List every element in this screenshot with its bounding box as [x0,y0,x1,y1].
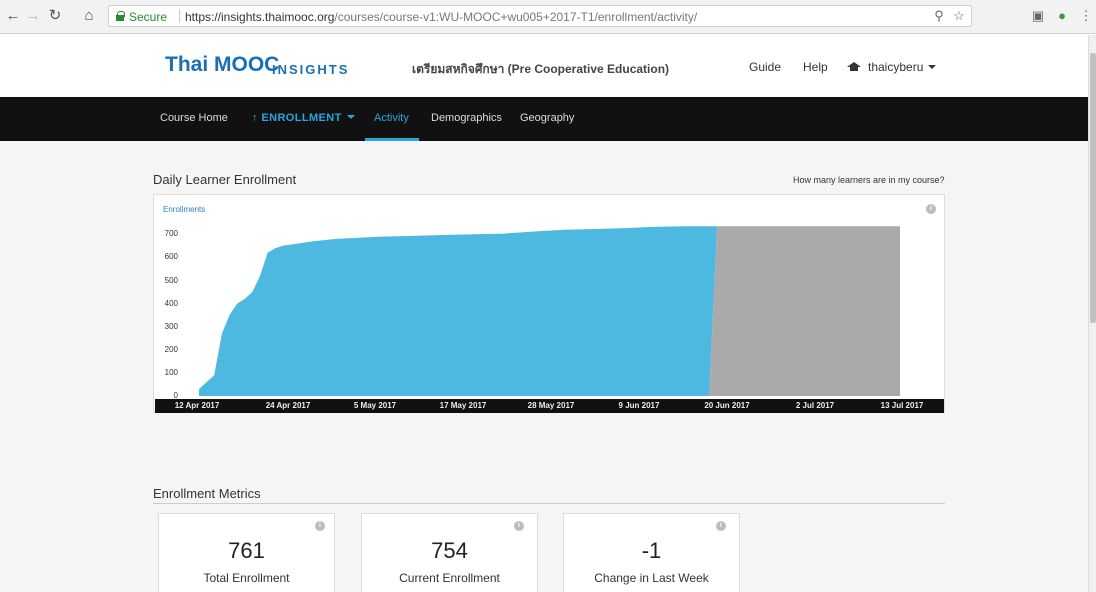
page-viewport: Thai MOOC INSIGHTS เตรียมสหกิจศึกษา (Pre… [0,35,1088,592]
chevron-down-icon [346,115,355,119]
y-tick-label: 500 [164,275,178,285]
nav-geography[interactable]: Geography [520,112,574,124]
star-icon[interactable]: ☆ [951,8,967,24]
zoom-icon[interactable]: ⚲ [931,8,947,24]
chart-title: Daily Learner Enrollment [153,172,297,187]
nav-course-home[interactable]: Course Home [160,112,228,124]
metric-label: Current Enrollment [399,571,500,585]
y-tick-label: 100 [164,367,178,377]
y-tick-label: 300 [164,321,178,331]
metric-value: 761 [228,538,265,563]
nav-enrollment-label: ENROLLMENT [261,112,342,124]
y-tick-label: 600 [164,252,178,262]
info-icon[interactable]: i [315,521,325,531]
x-tick-label: 5 May 2017 [353,401,397,410]
home-icon[interactable]: ⌂ [80,7,98,25]
enrollment-area [199,226,718,396]
username: thaicyberu [868,60,924,74]
url-text[interactable]: https://insights.thaimooc.org/courses/co… [185,10,697,24]
lock-icon [116,11,125,21]
x-tick-label: 28 May 2017 [527,401,575,410]
x-axis: 12 Apr 2017 24 Apr 2017 5 May 2017 17 May 2… [155,399,944,413]
x-tick-label: 17 May 2017 [439,401,487,410]
chart-plot [199,226,900,396]
x-tick-label: 2 Jul 2017 [795,401,835,410]
metric-label: Change in Last Week [594,571,709,585]
user-menu[interactable]: thaicyberu [847,60,937,74]
y-tick-label: 200 [164,344,178,354]
x-tick-label: 12 Apr 2017 [174,401,220,410]
metric-value: 754 [431,538,468,563]
nav-activity[interactable]: Activity [374,112,409,124]
metric-tile-change: i -1 Change in Last Week [563,513,740,592]
x-tick-label: 13 Jul 2017 [880,401,924,410]
menu-icon[interactable]: ⋮ [1078,8,1094,24]
brand-insights[interactable]: INSIGHTS [272,62,349,77]
metrics-title: Enrollment Metrics [153,486,261,501]
y-tick-label: 400 [164,298,178,308]
course-nav: Course Home ↑ ENROLLMENT Activity Demogr… [0,97,1088,141]
help-link[interactable]: Help [803,60,828,74]
x-tick-label: 20 Jun 2017 [704,401,750,410]
metric-label: Total Enrollment [203,571,290,585]
metric-tile-total: i 761 Total Enrollment [158,513,335,592]
course-title: เตรียมสหกิจศึกษา (Pre Cooperative Educat… [412,62,670,76]
nav-demographics[interactable]: Demographics [431,112,502,124]
secure-label: Secure [129,10,168,24]
browser-toolbar: ← → ↻ ⌂ Secure https://insights.thaimooc… [0,0,1096,34]
brand-logo[interactable]: Thai MOOC [165,53,279,77]
nav-enrollment[interactable]: ↑ ENROLLMENT [252,112,355,124]
x-tick-label: 24 Apr 2017 [265,401,311,410]
address-divider [179,9,180,23]
x-tick-label: 9 Jun 2017 [618,401,660,410]
address-bar[interactable]: Secure https://insights.thaimooc.org/cou… [108,5,972,27]
graduation-cap-icon [847,62,861,72]
chevron-down-icon [928,65,937,69]
scrollbar-thumb[interactable] [1090,53,1096,323]
forward-arrow-icon[interactable]: → [24,7,42,25]
y-tick-label: 700 [164,229,178,239]
metric-tile-current: i 754 Current Enrollment [361,513,538,592]
info-icon[interactable]: i [514,521,524,531]
main-content: Daily Learner Enrollment How many learne… [0,141,1088,592]
metric-value: -1 [641,538,662,563]
help-question-link[interactable]: How many learners are in my course? [793,175,945,185]
vertical-scrollbar[interactable] [1088,35,1096,592]
site-header: Thai MOOC INSIGHTS เตรียมสหกิจศึกษา (Pre… [0,35,1088,97]
url-host: https://insights.thaimooc.org [185,10,335,24]
back-arrow-icon[interactable]: ← [4,7,22,25]
profile-icon[interactable]: ● [1054,8,1070,24]
guide-link[interactable]: Guide [749,60,781,74]
enrollment-chart: Enrollments i 0 100 200 300 400 500 600 700 12 … [153,194,945,413]
metrics-divider [153,503,945,504]
info-icon[interactable]: i [716,521,726,531]
url-path: /courses/course-v1:WU-MOOC+wu005+2017-T1… [334,10,698,24]
projection-area [709,226,900,396]
reload-icon[interactable]: ↻ [46,7,64,25]
extension-icon[interactable]: ▣ [1030,8,1046,24]
